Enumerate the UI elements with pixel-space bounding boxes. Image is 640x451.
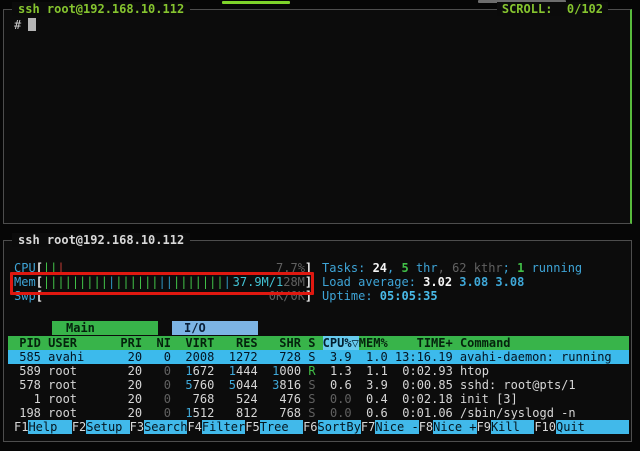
load-average: Load average: 3.02 3.08 3.08 [322,275,524,289]
screen-tabs: Main I/O [52,321,258,335]
fkey-button-setup[interactable]: F2Setup [72,420,130,434]
bottom-terminal-pane[interactable]: ssh root@192.168.10.112 CPU[|||7.7%] Mem… [3,240,632,442]
process-row[interactable]: 589 root 20 0 1672 1444 1000 R 1.3 1.1 0… [8,364,629,378]
scroll-indicator: SCROLL: 0/102 [497,2,608,16]
tab-main[interactable]: Main [52,321,158,335]
process-row[interactable]: 578 root 20 0 5760 5044 3816 S 0.6 3.9 0… [8,378,629,392]
process-row-selected[interactable]: 585 avahi 20 0 2008 1272 728 S 3.9 1.0 1… [8,350,629,364]
fkey-button-nice-minus[interactable]: F7Nice - [361,420,419,434]
process-row[interactable]: 198 root 20 0 1512 812 768 S 0.0 0.6 0:0… [8,406,629,420]
fkey-button-tree[interactable]: F5Tree [245,420,303,434]
fkey-button-sortby[interactable]: F6SortBy [303,420,361,434]
fkey-button-quit[interactable]: F10Quit [534,420,629,434]
fkey-button-help[interactable]: F1Help [14,420,72,434]
fkey-button-nice-plus[interactable]: F8Nice + [419,420,477,434]
function-key-bar: F1Help F2Setup F3Search F4Filter F5Tree … [14,420,629,434]
shell-prompt: # [14,18,21,32]
fkey-button-kill[interactable]: F9Kill [477,420,535,434]
fkey-button-filter[interactable]: F4Filter [187,420,245,434]
top-pane-title: ssh root@192.168.10.112 [12,2,190,16]
uptime: Uptime: 05:05:35 [322,289,438,303]
terminal-input-area[interactable]: # [14,18,36,32]
bottom-pane-title: ssh root@192.168.10.112 [12,233,190,247]
process-row[interactable]: 1 root 20 0 768 524 476 S 0.0 0.4 0:02.1… [8,392,629,406]
mem-highlight-annotation [10,272,314,295]
video-progress-artifact-green [222,1,290,4]
process-table-header[interactable]: PID USER PRI NI VIRT RES SHR S CPU%▽MEM%… [8,336,629,350]
text-cursor [28,18,36,31]
terminal-screen: ssh root@192.168.10.112 SCROLL: 0/102 # … [0,0,640,451]
top-terminal-pane[interactable]: ssh root@192.168.10.112 SCROLL: 0/102 # [3,9,632,224]
tasks-summary: Tasks: 24, 5 thr, 62 kthr; 1 running [322,261,582,275]
fkey-button-search[interactable]: F3Search [130,420,188,434]
tab-io[interactable]: I/O [172,321,258,335]
